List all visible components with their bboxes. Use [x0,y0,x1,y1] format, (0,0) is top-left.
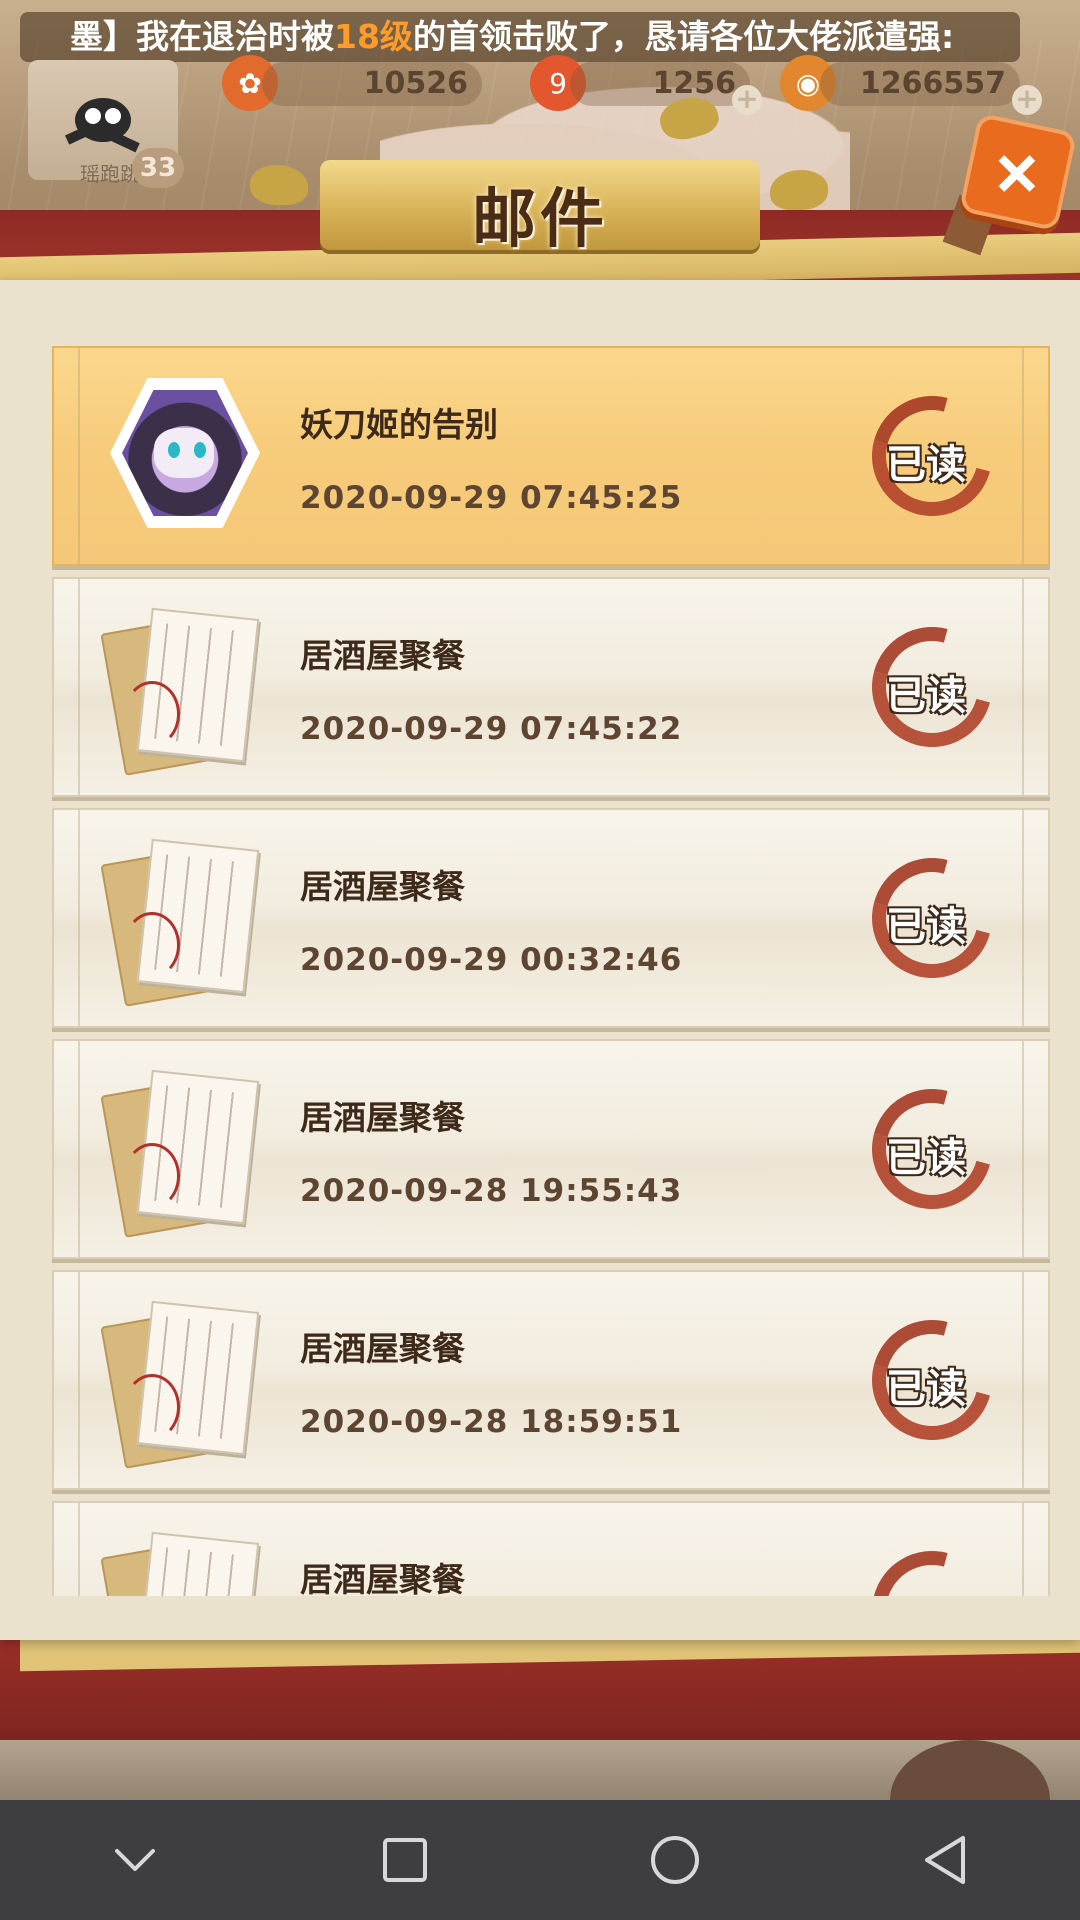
letter-envelope-icon [100,1525,262,1596]
read-status: 已读 [886,904,966,950]
mail-title: 居酒屋聚餐 [300,1098,465,1137]
mail-time: 2020-09-28 19:55:43 [300,1173,683,1209]
add-coins-button[interactable]: + [1012,85,1042,115]
mail-item[interactable]: 居酒屋聚餐 已读 [52,1501,1050,1596]
mail-item[interactable]: 妖刀姬的告别 2020-09-29 07:45:25 已读 [52,346,1050,566]
read-stamp: 已读 [850,605,1014,769]
broadcast-marquee: 墨】我在退治时被18级的首领击败了，恳请各位大佬派遣强: [20,12,1020,62]
close-icon: + [968,122,1068,222]
mail-item[interactable]: 居酒屋聚餐 2020-09-28 18:59:51 已读 [52,1270,1050,1490]
read-stamp: 已读 [850,1529,1014,1596]
mail-item[interactable]: 居酒屋聚餐 2020-09-28 19:55:43 已读 [52,1039,1050,1259]
home-icon[interactable] [630,1815,720,1905]
read-stamp: 已读 [850,836,1014,1000]
letter-envelope-icon [100,832,262,1007]
collapse-icon[interactable] [90,1815,180,1905]
read-status: 已读 [886,1366,966,1412]
character-avatar-icon [102,370,262,540]
recents-icon[interactable] [360,1815,450,1905]
mail-list[interactable]: 妖刀姬的告别 2020-09-29 07:45:25 已读 居酒屋聚餐 2020… [52,346,1050,1596]
mail-time: 2020-09-29 07:45:25 [300,480,683,516]
read-stamp: 已读 [850,374,1014,538]
mail-item[interactable]: 居酒屋聚餐 2020-09-29 07:45:22 已读 [52,577,1050,797]
marquee-suffix: 的首领击败了，恳请各位大佬派遣强: [412,17,955,56]
mail-title: 居酒屋聚餐 [300,1329,465,1368]
read-stamp: 已读 [850,1298,1014,1462]
add-jade-button[interactable]: + [732,85,762,115]
page-title: 邮件 [472,183,608,257]
mail-time: 2020-09-28 18:59:51 [300,1404,683,1440]
read-status: 已读 [886,1135,966,1181]
read-status: 已读 [886,673,966,719]
letter-envelope-icon [100,1294,262,1469]
mail-title: 居酒屋聚餐 [300,636,465,675]
read-status: 已读 [886,1587,966,1596]
read-stamp: 已读 [850,1067,1014,1231]
system-navbar [0,1800,1080,1920]
letter-envelope-icon [100,1063,262,1238]
mail-title: 妖刀姬的告别 [300,405,498,444]
jade-counter: 1256 [570,62,750,106]
marquee-prefix: 墨】我在退治时被 [70,17,334,56]
read-status: 已读 [886,442,966,488]
mail-time: 2020-09-29 00:32:46 [300,942,683,978]
coins-counter: 1266557 [820,62,1020,106]
stamina-counter: 10526 [262,62,482,106]
close-button[interactable]: + [958,112,1078,232]
panda-icon [65,98,140,153]
mail-title: 居酒屋聚餐 [300,867,465,906]
back-icon[interactable] [900,1815,990,1905]
marquee-highlight: 18级 [334,17,413,56]
letter-envelope-icon [100,601,262,776]
mail-item[interactable]: 居酒屋聚餐 2020-09-29 00:32:46 已读 [52,808,1050,1028]
mail-time: 2020-09-29 07:45:22 [300,711,683,747]
mail-title: 居酒屋聚餐 [300,1560,465,1596]
